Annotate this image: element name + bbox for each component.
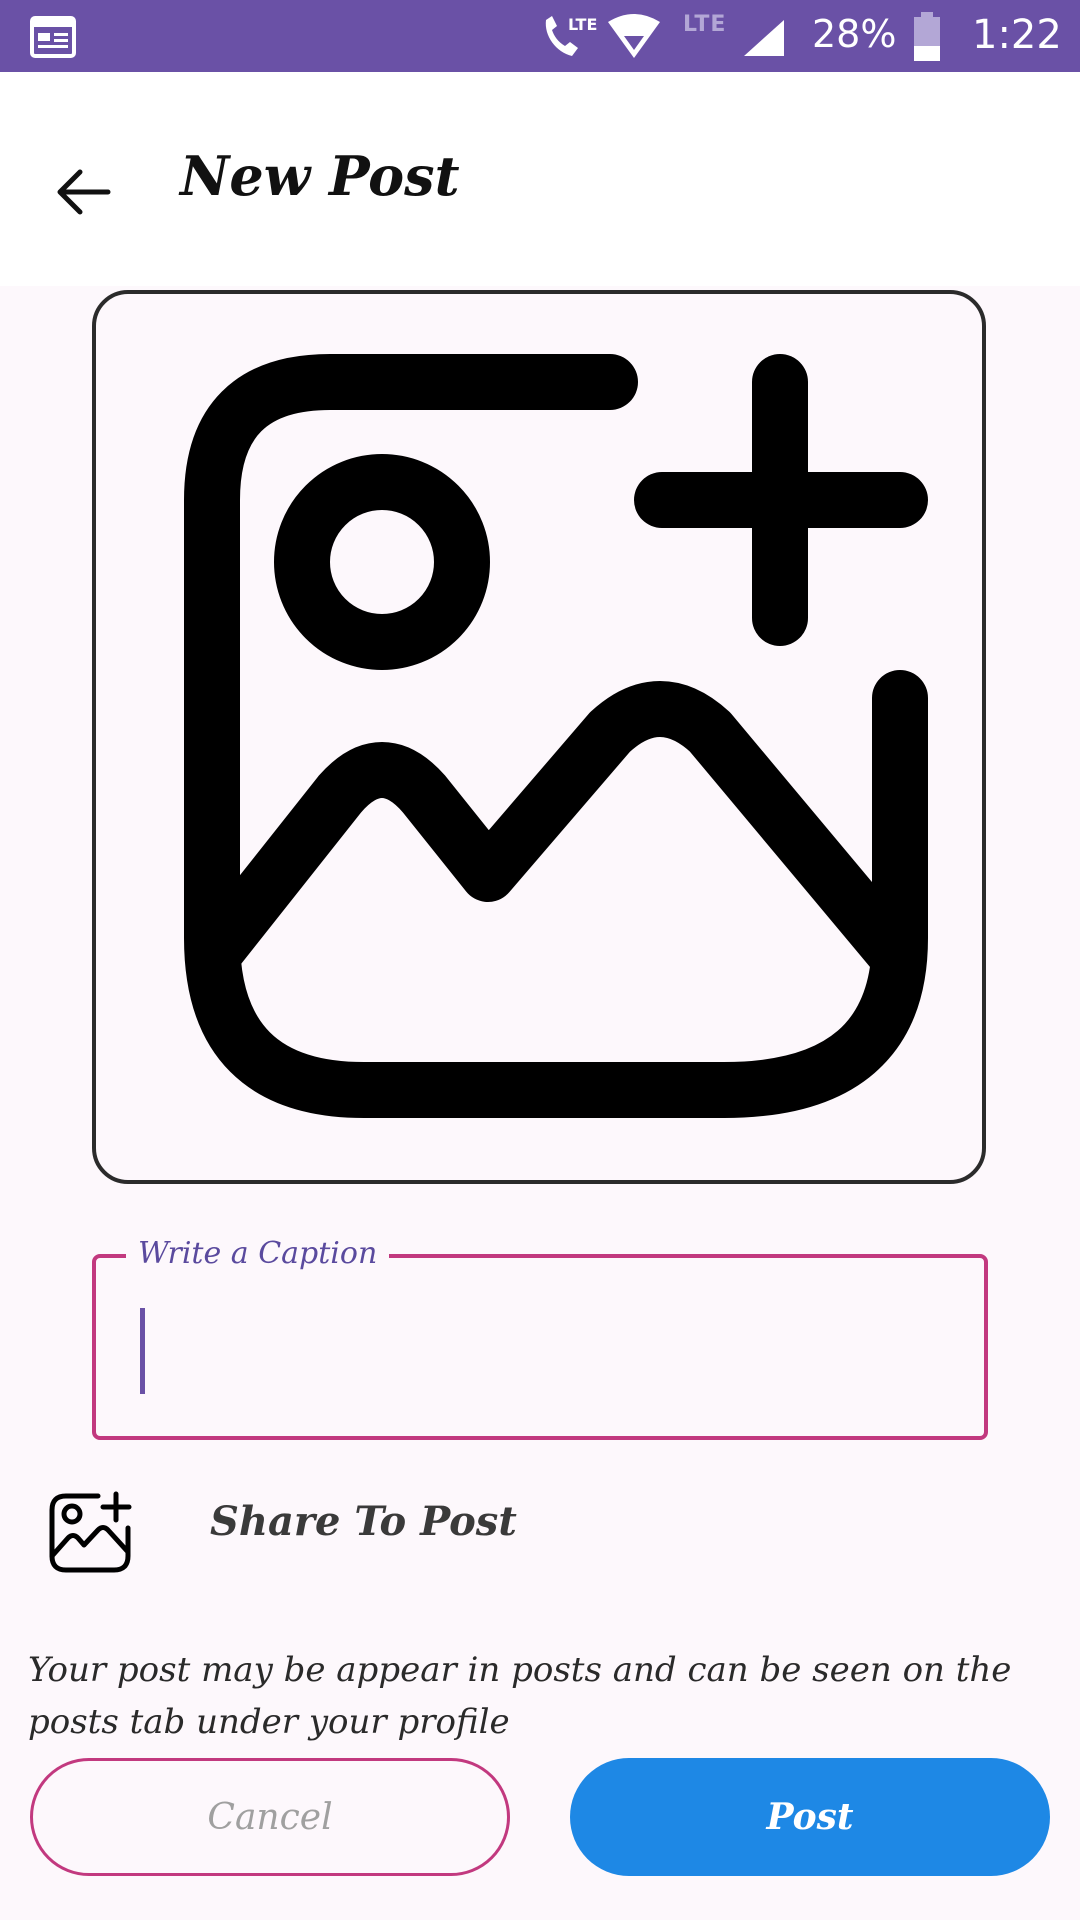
clock: 1:22 [972, 12, 1062, 58]
post-button[interactable]: Post [570, 1758, 1050, 1876]
cancel-button[interactable]: Cancel [30, 1758, 510, 1876]
wifi-icon [608, 14, 660, 58]
share-to-post-label: Share To Post [210, 1498, 517, 1545]
svg-text:LTE: LTE [568, 15, 597, 34]
battery-percentage: 28% [812, 12, 897, 56]
signal-icon [744, 20, 784, 56]
caption-label: Write a Caption [126, 1236, 390, 1271]
volte-call-icon: LTE [545, 15, 597, 56]
add-photo-icon [184, 354, 928, 1118]
lte-label: LTE [683, 12, 727, 37]
add-photo-icon [49, 1491, 132, 1573]
arrow-left-icon[interactable] [50, 158, 118, 226]
info-text: Your post may be appear in posts and can… [28, 1650, 1012, 1742]
page-title: New Post [180, 144, 460, 208]
image-picker[interactable] [92, 290, 986, 1184]
battery-icon [914, 12, 940, 61]
text-cursor [140, 1308, 145, 1394]
app-bar: New Post [0, 72, 1080, 286]
status-bar: LTE LTE 28% 1:22 [0, 0, 1080, 72]
calendar-icon [30, 16, 76, 58]
caption-input[interactable]: Write a Caption [92, 1236, 988, 1440]
